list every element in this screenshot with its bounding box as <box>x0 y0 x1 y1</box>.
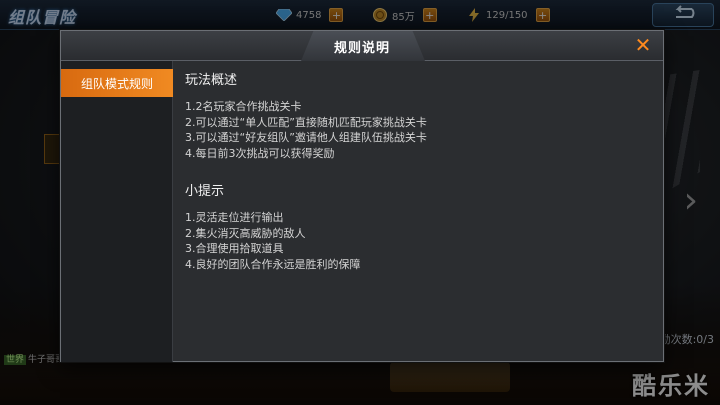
dialog-header: 规则说明 ✕ <box>61 31 663 61</box>
tips-line: 3.合理使用拾取道具 <box>185 242 284 255</box>
dialog-title: 规则说明 <box>333 41 390 56</box>
sidebar-item-team-rules[interactable]: 组队模式规则 <box>61 69 173 97</box>
rules-dialog: 规则说明 ✕ 组队模式规则 玩法概述 1.2名玩家合作挑战关卡 2.可以通过“单… <box>60 30 664 362</box>
tips-line: 1.灵活走位进行输出 <box>185 211 284 224</box>
overview-line: 4.每日前3次挑战可以获得奖励 <box>185 146 335 160</box>
tips-line: 4.良好的团队合作永远是胜利的保障 <box>185 257 361 271</box>
rules-content: 玩法概述 1.2名玩家合作挑战关卡 2.可以通过“单人匹配”直接随机匹配玩家挑战… <box>185 69 645 272</box>
section-title-overview: 玩法概述 <box>185 73 238 88</box>
rules-sidebar: 组队模式规则 <box>61 61 173 362</box>
close-icon[interactable]: ✕ <box>633 35 653 55</box>
overview-line: 1.2名玩家合作挑战关卡 <box>185 100 302 113</box>
overview-line: 3.可以通过“好友组队”邀请他人组建队伍挑战关卡 <box>185 131 427 144</box>
tips-line: 2.集火消灭高威胁的敌人 <box>185 226 306 240</box>
section-title-tips: 小提示 <box>185 184 225 199</box>
overview-line: 2.可以通过“单人匹配”直接随机匹配玩家挑战关卡 <box>185 115 427 129</box>
